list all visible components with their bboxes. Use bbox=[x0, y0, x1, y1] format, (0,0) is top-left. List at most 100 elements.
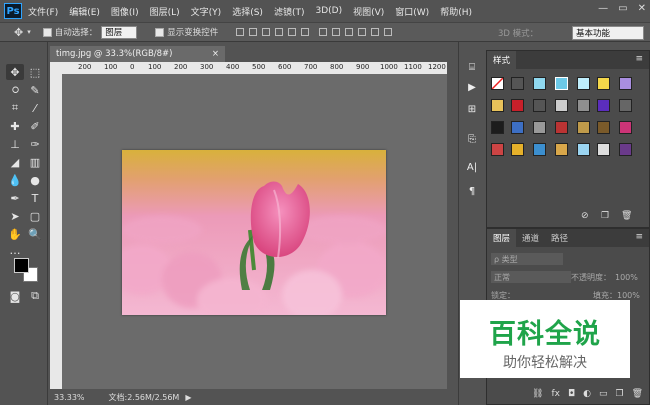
style-swatch[interactable] bbox=[511, 121, 524, 134]
align-center-icon[interactable] bbox=[288, 28, 297, 36]
quick-select-tool-icon[interactable]: ✎ bbox=[26, 82, 44, 98]
style-swatch[interactable] bbox=[577, 121, 590, 134]
close-button[interactable]: ✕ bbox=[638, 3, 646, 14]
menu-3d[interactable]: 3D(D) bbox=[315, 6, 342, 16]
menu-view[interactable]: 视图(V) bbox=[353, 5, 384, 18]
panel-menu-icon[interactable]: ≡ bbox=[635, 54, 643, 64]
history-brush-icon[interactable]: ✑ bbox=[26, 136, 44, 152]
history-panel-icon[interactable]: ⌸ bbox=[464, 60, 480, 74]
new-layer-icon[interactable]: ❐ bbox=[615, 389, 623, 405]
auto-select-checkbox[interactable] bbox=[42, 27, 52, 37]
show-transform-checkbox[interactable] bbox=[155, 27, 165, 37]
link-layers-icon[interactable]: ⛓ bbox=[532, 389, 543, 405]
menu-type[interactable]: 文字(Y) bbox=[191, 5, 222, 18]
align-right-icon[interactable] bbox=[301, 28, 310, 36]
menu-layer[interactable]: 图层(L) bbox=[150, 5, 180, 18]
align-middle-icon[interactable] bbox=[249, 28, 258, 36]
adjustment-layer-icon[interactable]: ◐ bbox=[583, 389, 591, 405]
menu-image[interactable]: 图像(I) bbox=[111, 5, 139, 18]
style-swatch[interactable] bbox=[533, 121, 546, 134]
clone-source-icon[interactable]: ⎘ bbox=[464, 132, 480, 146]
style-swatch[interactable] bbox=[619, 99, 632, 112]
lasso-tool-icon[interactable]: ഠ bbox=[6, 82, 24, 98]
distribute-right-icon[interactable] bbox=[384, 28, 393, 36]
new-style-icon[interactable]: ❐ bbox=[601, 211, 609, 221]
align-bottom-icon[interactable] bbox=[262, 28, 271, 36]
style-swatch[interactable] bbox=[577, 99, 590, 112]
screen-mode-icon[interactable]: ⧉ bbox=[26, 288, 44, 304]
style-swatch[interactable] bbox=[577, 77, 590, 90]
style-swatch[interactable] bbox=[597, 121, 610, 134]
menu-select[interactable]: 选择(S) bbox=[232, 5, 263, 18]
maximize-button[interactable]: ▭ bbox=[618, 3, 627, 14]
delete-layer-icon[interactable]: 🗑 bbox=[632, 389, 643, 405]
distribute-bottom-icon[interactable] bbox=[345, 28, 354, 36]
gradient-tool-icon[interactable]: ▥ bbox=[26, 154, 44, 170]
style-swatch[interactable] bbox=[511, 99, 524, 112]
style-swatch[interactable] bbox=[555, 143, 568, 156]
more-tools-icon[interactable]: … bbox=[6, 242, 24, 258]
distribute-top-icon[interactable] bbox=[319, 28, 328, 36]
style-swatch[interactable] bbox=[511, 77, 524, 90]
menu-file[interactable]: 文件(F) bbox=[28, 5, 58, 18]
dodge-tool-icon[interactable]: ● bbox=[26, 172, 44, 188]
style-swatch[interactable] bbox=[533, 77, 546, 90]
delete-style-icon[interactable]: 🗑 bbox=[621, 211, 632, 221]
move-tool-icon[interactable]: ✥ bbox=[6, 64, 24, 80]
actions-panel-icon[interactable]: ▶ bbox=[464, 80, 480, 94]
style-swatch[interactable] bbox=[597, 77, 610, 90]
tab-channels[interactable]: 通道 bbox=[516, 229, 546, 247]
shape-tool-icon[interactable]: ▢ bbox=[26, 208, 44, 224]
align-top-icon[interactable] bbox=[236, 28, 245, 36]
chevron-down-icon[interactable]: ▾ bbox=[27, 28, 31, 36]
opacity-value[interactable]: 100% bbox=[615, 271, 638, 283]
character-panel-icon[interactable]: A| bbox=[464, 160, 480, 174]
blur-tool-icon[interactable]: 💧 bbox=[6, 172, 24, 188]
tab-styles[interactable]: 样式 bbox=[487, 51, 517, 69]
move-tool-icon[interactable]: ✥ bbox=[14, 26, 23, 39]
align-left-icon[interactable] bbox=[275, 28, 284, 36]
style-swatch[interactable] bbox=[577, 143, 590, 156]
distribute-middle-icon[interactable] bbox=[332, 28, 341, 36]
style-swatch[interactable] bbox=[533, 143, 546, 156]
hand-tool-icon[interactable]: ✋ bbox=[6, 226, 24, 242]
distribute-left-icon[interactable] bbox=[358, 28, 367, 36]
tab-paths[interactable]: 路径 bbox=[545, 229, 575, 247]
type-tool-icon[interactable]: T bbox=[26, 190, 44, 206]
path-select-icon[interactable]: ➤ bbox=[6, 208, 24, 224]
tab-layers[interactable]: 图层 bbox=[487, 229, 517, 247]
properties-panel-icon[interactable]: ⊞ bbox=[464, 102, 480, 116]
zoom-tool-icon[interactable]: 🔍 bbox=[26, 226, 44, 242]
close-tab-icon[interactable]: × bbox=[212, 49, 219, 59]
eyedropper-tool-icon[interactable]: ⁄ bbox=[26, 100, 44, 116]
auto-select-dropdown[interactable]: 图层 bbox=[101, 25, 138, 39]
foreground-color-swatch[interactable] bbox=[14, 258, 29, 273]
style-swatch[interactable] bbox=[619, 143, 632, 156]
healing-brush-icon[interactable]: ✚ bbox=[6, 118, 24, 134]
layer-filter-dropdown[interactable]: ρ 类型 bbox=[491, 253, 563, 265]
clone-stamp-icon[interactable]: ⊥ bbox=[6, 136, 24, 152]
style-swatch[interactable] bbox=[619, 77, 632, 90]
style-swatch[interactable] bbox=[555, 121, 568, 134]
style-swatch[interactable] bbox=[491, 121, 504, 134]
menu-filter[interactable]: 滤镜(T) bbox=[274, 5, 305, 18]
style-swatch[interactable] bbox=[511, 143, 524, 156]
workspace-dropdown[interactable]: 基本功能 bbox=[572, 26, 644, 40]
brush-tool-icon[interactable]: ✐ bbox=[26, 118, 44, 134]
style-swatch[interactable] bbox=[491, 99, 504, 112]
minimize-button[interactable]: — bbox=[598, 3, 608, 14]
quick-mask-icon[interactable]: ◙ bbox=[6, 288, 24, 304]
zoom-level[interactable]: 33.33% bbox=[54, 393, 85, 402]
style-swatch[interactable] bbox=[597, 143, 610, 156]
style-swatch[interactable] bbox=[619, 121, 632, 134]
paragraph-panel-icon[interactable]: ¶ bbox=[464, 184, 480, 198]
new-group-icon[interactable]: ▭ bbox=[599, 389, 608, 405]
menu-edit[interactable]: 编辑(E) bbox=[69, 5, 100, 18]
document-tab[interactable]: timg.jpg @ 33.3%(RGB/8#) × bbox=[50, 46, 225, 62]
clear-style-icon[interactable]: ⊘ bbox=[581, 211, 589, 221]
style-swatch[interactable] bbox=[555, 99, 568, 112]
style-swatch[interactable] bbox=[533, 99, 546, 112]
crop-tool-icon[interactable]: ⌗ bbox=[6, 100, 24, 116]
status-arrow-icon[interactable]: ▶ bbox=[185, 393, 191, 402]
menu-window[interactable]: 窗口(W) bbox=[395, 5, 429, 18]
